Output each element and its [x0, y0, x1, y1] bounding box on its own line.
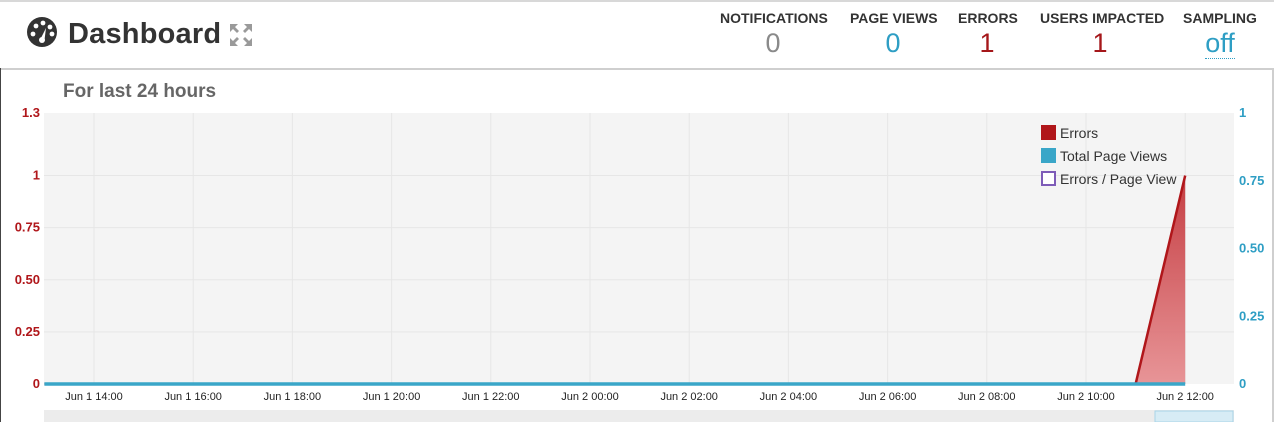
dashboard-header: Dashboard NOTIFICATIONS 0 PAGE VIEWS 0 E…	[0, 2, 1274, 70]
x-tick-label: Jun 2 10:00	[1057, 391, 1115, 403]
left-axis-tick: 1.3	[22, 105, 40, 120]
stat-errors: ERRORS 1	[958, 10, 1018, 58]
sampling-toggle-link[interactable]: off	[1205, 28, 1235, 59]
left-axis-tick: 0.75	[15, 220, 40, 235]
stat-label: SAMPLING	[1183, 10, 1257, 26]
right-axis-tick: 0.75	[1239, 173, 1264, 188]
x-tick-label: Jun 2 04:00	[760, 391, 818, 403]
expand-arrows-icon[interactable]	[228, 22, 254, 48]
legend-label-errors: Errors	[1060, 125, 1098, 141]
x-tick-label: Jun 1 22:00	[462, 391, 520, 403]
legend-label-errors-page-view: Errors / Page View	[1060, 171, 1177, 187]
range-navigator	[44, 410, 1234, 422]
stat-page-views: PAGE VIEWS 0	[850, 10, 938, 58]
range-navigator-selection	[1154, 410, 1234, 422]
legend-swatch-total-page-views	[1041, 148, 1056, 163]
left-axis-tick: 0.50	[15, 272, 40, 287]
stat-value: 1	[1092, 28, 1108, 58]
stat-label: USERS IMPACTED	[1040, 10, 1165, 26]
page-title: Dashboard	[68, 18, 222, 50]
x-tick-label: Jun 2 06:00	[859, 391, 917, 403]
legend-swatch-errors	[1041, 125, 1056, 140]
stat-label: PAGE VIEWS	[850, 10, 938, 26]
stat-sampling: SAMPLING off	[1182, 10, 1258, 59]
x-tick-label: Jun 2 00:00	[561, 391, 619, 403]
stat-notifications: NOTIFICATIONS 0	[720, 10, 828, 58]
right-axis-tick: 1	[1239, 105, 1246, 120]
x-tick-label: Jun 2 02:00	[660, 391, 718, 403]
x-tick-label: Jun 2 12:00	[1156, 391, 1214, 403]
stat-value: 0	[885, 28, 901, 58]
title-group: Dashboard	[26, 16, 221, 53]
stat-label: NOTIFICATIONS	[720, 10, 828, 26]
x-tick-label: Jun 1 14:00	[65, 391, 123, 403]
x-tick-label: Jun 1 16:00	[164, 391, 222, 403]
legend-label-total-page-views: Total Page Views	[1060, 148, 1167, 164]
x-tick-label: Jun 1 18:00	[264, 391, 322, 403]
left-axis-tick: 0.25	[15, 324, 40, 339]
stat-users-impacted: USERS IMPACTED 1	[1040, 10, 1165, 58]
right-axis-tick: 0.25	[1239, 308, 1264, 323]
left-axis-tick: 0	[33, 376, 40, 391]
errors-chart: Jun 1 14:00 Jun 1 16:00 Jun 1 18:00 Jun 1 2…	[15, 105, 1264, 422]
right-axis-tick: 0.50	[1239, 241, 1264, 256]
legend-swatch-errors-page-view	[1041, 171, 1056, 186]
x-tick-label: Jun 1 20:00	[363, 391, 421, 403]
left-axis-tick: 1	[33, 168, 40, 183]
dashboard-gauge-icon	[26, 16, 58, 53]
stat-value: 1	[979, 28, 995, 58]
stat-label: ERRORS	[958, 10, 1018, 26]
stat-value: 0	[765, 28, 781, 58]
x-tick-label: Jun 2 08:00	[958, 391, 1016, 403]
right-axis-tick: 0	[1239, 376, 1246, 391]
